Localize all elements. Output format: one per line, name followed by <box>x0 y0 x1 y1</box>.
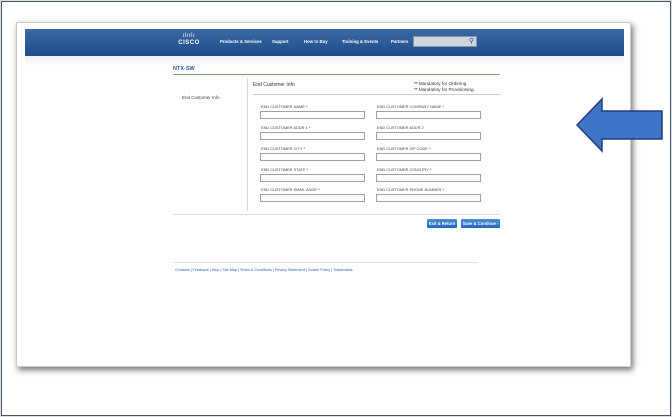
label-end-customer-addr-1: END CUSTOMER ADDR 1 * <box>261 125 311 130</box>
cisco-logo[interactable]: ılıılı CISCO <box>177 33 201 47</box>
cisco-logo-text: CISCO <box>178 40 200 46</box>
left-arrow-icon <box>576 97 663 153</box>
header-shadow-bar <box>25 56 624 66</box>
exit-return-button[interactable]: Exit & Return <box>427 219 457 228</box>
end-customer-country-field[interactable] <box>376 174 481 182</box>
footer-links[interactable]: Contacts | Feedback | Help | Site Map | … <box>175 268 353 272</box>
nav-partners[interactable]: Partners <box>391 39 408 44</box>
nav-training-events[interactable]: Training & Events <box>342 39 378 44</box>
section-title: End Customer Info <box>253 82 295 88</box>
label-end-customer-email-addr: END CUSTOMER EMAIL ADDR * <box>261 187 320 192</box>
end-customer-addr-1-field[interactable] <box>260 132 365 140</box>
screenshot-slide: ılıılı CISCO Products & Services Support… <box>16 22 631 367</box>
label-end-customer-zip-code: END CUSTOMER ZIP CODE * <box>377 146 431 151</box>
top-navigation-bar: ılıılı CISCO Products & Services Support… <box>25 29 624 56</box>
form-bottom-divider <box>173 214 500 215</box>
label-end-customer-city: END CUSTOMER CITY * <box>261 146 305 151</box>
label-end-customer-phone-number: END CUSTOMER PHONE NUMBER * <box>377 187 444 192</box>
end-customer-email-addr-field[interactable] <box>260 194 365 202</box>
end-customer-zip-code-field[interactable] <box>376 153 481 161</box>
legend-provisioning: Mandatory for Provisioning. <box>418 87 475 92</box>
sidebar-divider <box>247 78 248 211</box>
footer-divider <box>173 262 478 263</box>
search-input[interactable]: ⚲ <box>413 36 477 47</box>
label-end-customer-name: END CUSTOMER NAME * <box>261 104 308 109</box>
nav-products-services[interactable]: Products & Services <box>220 39 262 44</box>
label-end-customer-country: END CUSTOMER COUNTRY * <box>377 167 432 172</box>
nav-how-to-buy[interactable]: How to Buy <box>304 39 328 44</box>
section-divider <box>253 94 500 95</box>
page-title: NTX-SW <box>173 66 195 72</box>
end-customer-addr-2-field[interactable] <box>376 132 481 140</box>
label-end-customer-addr-2: END CUSTOMER ADDR 2 <box>377 125 424 130</box>
end-customer-company-name-field[interactable] <box>376 111 481 119</box>
label-end-customer-company-name: END CUSTOMER COMPANY NAME * <box>377 104 444 109</box>
search-icon[interactable]: ⚲ <box>469 37 474 46</box>
label-end-customer-state: END CUSTOMER STATE * <box>261 167 309 172</box>
end-customer-city-field[interactable] <box>260 153 365 161</box>
sidebar-item-end-customer-info[interactable]: End Customer Info <box>182 95 220 100</box>
save-continue-button[interactable]: Save & Continue › <box>461 219 500 228</box>
nav-support[interactable]: Support <box>272 39 288 44</box>
end-customer-phone-number-field[interactable] <box>376 194 481 202</box>
mandatory-legend: ** Mandatory for Ordering. ** Mandatory … <box>414 81 475 93</box>
provisioning-marker: ** <box>414 87 418 92</box>
end-customer-name-field[interactable] <box>260 111 365 119</box>
legend-ordering: Mandatory for Ordering. <box>418 81 468 86</box>
presentation-frame: ılıılı CISCO Products & Services Support… <box>1 1 671 416</box>
end-customer-state-field[interactable] <box>260 174 365 182</box>
ordering-marker: ** <box>414 81 418 86</box>
title-divider <box>173 74 500 75</box>
